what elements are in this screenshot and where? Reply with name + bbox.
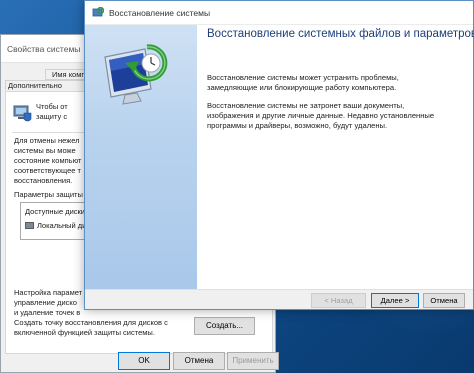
wizard-content: Восстановление системных файлов и параме…	[197, 25, 474, 289]
back-button[interactable]: < Назад	[311, 293, 366, 308]
drive-icon	[25, 222, 34, 229]
wizard-sidebar	[85, 25, 197, 289]
system-restore-window: Восстановление системы Восстановление си…	[84, 0, 474, 310]
apply-button[interactable]: Применить	[227, 352, 279, 370]
protection-settings-label: Параметры защиты	[14, 190, 83, 199]
next-button[interactable]: Далее >	[371, 293, 419, 308]
configure-description: Настройка парамет управление диско и уда…	[14, 288, 83, 317]
system-restore-icon	[92, 6, 105, 19]
restore-warning-text: Восстановление системы не затронет ваши …	[207, 101, 435, 130]
restore-cancel-button[interactable]: Отмена	[423, 293, 465, 308]
restore-intro-text: Восстановление системы может устранить п…	[207, 73, 399, 92]
drive-label: Локальный ди	[37, 221, 87, 230]
drives-list-header: Доступные диски	[25, 207, 85, 216]
shield-icon	[12, 102, 32, 124]
monitor-restore-icon	[99, 39, 177, 109]
page-title: Восстановление системных файлов и параме…	[207, 28, 474, 40]
ok-button[interactable]: OK	[118, 352, 170, 370]
protect-description: Чтобы от защиту с	[36, 102, 68, 121]
system-restore-title: Восстановление системы	[109, 8, 211, 18]
system-restore-titlebar: Восстановление системы	[85, 1, 473, 25]
drives-list-row[interactable]: Локальный ди	[25, 221, 86, 230]
create-button[interactable]: Создать...	[194, 317, 255, 335]
create-description: Создать точку восстановления для дисков …	[14, 318, 168, 337]
cancel-button[interactable]: Отмена	[173, 352, 225, 370]
restore-description: Для отмены нежел системы вы може состоян…	[14, 136, 82, 185]
